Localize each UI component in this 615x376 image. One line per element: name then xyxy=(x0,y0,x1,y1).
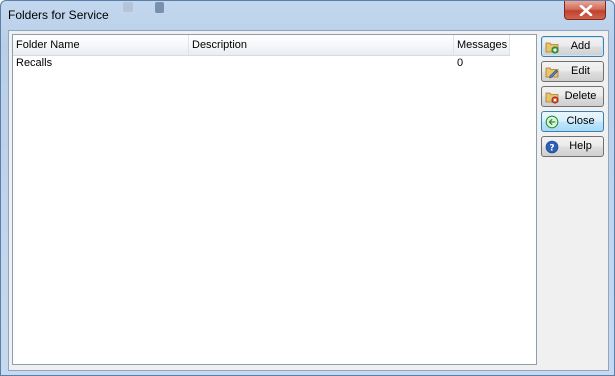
back-arrow-icon xyxy=(545,115,559,129)
dialog-window: Folders for Service Folder Name Descript… xyxy=(0,0,615,376)
title-bar: Folders for Service xyxy=(1,1,614,30)
edit-button[interactable]: Edit xyxy=(541,61,604,82)
folder-add-icon xyxy=(545,42,559,54)
close-button[interactable]: Close xyxy=(541,111,604,132)
close-button-label: Close xyxy=(566,115,595,127)
column-header-folder-name[interactable]: Folder Name xyxy=(13,35,189,55)
dialog-client-area: Folder Name Description Messages Recalls… xyxy=(8,30,609,371)
delete-button-label: Delete xyxy=(564,90,597,102)
add-button-label: Add xyxy=(570,40,591,52)
folder-delete-icon xyxy=(545,92,559,104)
row-messages: 0 xyxy=(457,57,464,69)
close-icon xyxy=(579,5,593,16)
window-title: Folders for Service xyxy=(8,8,109,22)
list-row[interactable]: Recalls 0 xyxy=(13,55,510,72)
folder-edit-icon xyxy=(545,67,559,79)
add-button[interactable]: Add xyxy=(541,36,604,57)
row-folder-name: Recalls xyxy=(16,57,53,69)
help-button-label: Help xyxy=(569,140,592,152)
background-toolbar-icon xyxy=(123,2,133,12)
help-button[interactable]: ? Help xyxy=(541,136,604,157)
edit-button-label: Edit xyxy=(571,65,590,77)
list-header: Folder Name Description Messages xyxy=(13,35,510,56)
window-close-button[interactable] xyxy=(564,1,606,20)
column-header-messages[interactable]: Messages xyxy=(454,35,510,55)
folder-list[interactable]: Folder Name Description Messages Recalls… xyxy=(12,34,537,365)
svg-text:?: ? xyxy=(549,144,554,154)
background-save-icon xyxy=(155,2,164,13)
delete-button[interactable]: Delete xyxy=(541,86,604,107)
column-header-description[interactable]: Description xyxy=(189,35,454,55)
help-icon: ? xyxy=(545,140,559,154)
